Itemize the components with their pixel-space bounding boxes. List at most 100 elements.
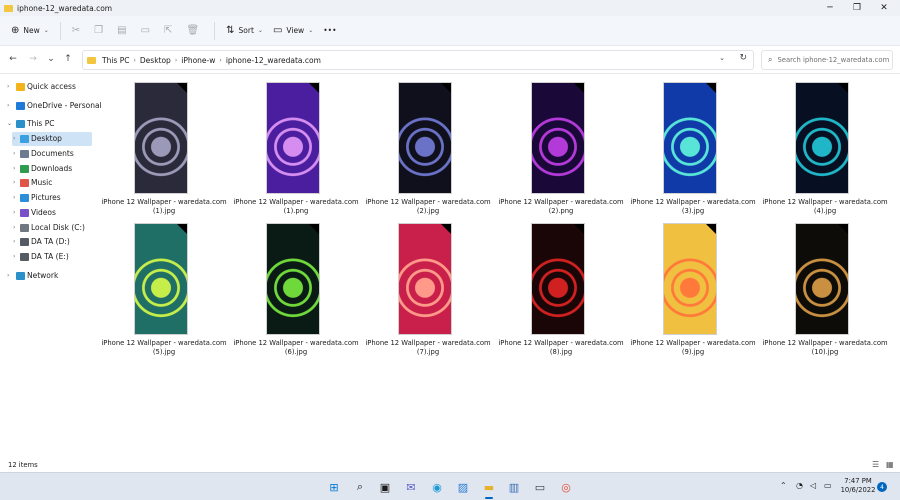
file-item[interactable]: iPhone 12 Wallpaper - waredata.com (1).pn… xyxy=(233,74,359,215)
thumbnail-view-icon[interactable]: ▦ xyxy=(886,460,894,469)
file-name-line-2: (9).jpg xyxy=(681,348,705,356)
sidebar-item-this-pc[interactable]: ⌄ This PC xyxy=(0,117,96,131)
windows-start-icon[interactable]: ⊞ xyxy=(325,478,343,496)
sidebar-item-pictures[interactable]: › Pictures xyxy=(0,191,96,205)
chevron-right-icon[interactable]: › xyxy=(13,224,15,231)
drive-icon xyxy=(20,253,29,261)
chevron-down-icon: ⌄ xyxy=(257,27,263,34)
view-label: View xyxy=(286,26,305,35)
chevron-right-icon[interactable]: › xyxy=(7,83,9,90)
file-name-line-1: iPhone 12 Wallpaper - waredata.com xyxy=(762,198,888,206)
more-icon: ••• xyxy=(323,26,337,35)
sidebar-item-downloads[interactable]: › Downloads xyxy=(0,162,96,176)
file-item[interactable]: iPhone 12 Wallpaper - waredata.com (5).jp… xyxy=(101,215,227,356)
image-thumbnail xyxy=(398,82,452,194)
file-item[interactable]: iPhone 12 Wallpaper - waredata.com (4).jp… xyxy=(762,74,888,215)
file-name: iPhone 12 Wallpaper - waredata.com (6).jp… xyxy=(230,339,362,357)
search-icon[interactable]: ⌕ xyxy=(351,478,369,496)
breadcrumb-current-folder[interactable]: iphone-12_waredata.com xyxy=(226,56,321,65)
sidebar-item-videos[interactable]: › Videos xyxy=(0,206,96,220)
recent-locations-button[interactable]: ⌄ xyxy=(44,52,58,66)
file-item[interactable]: iPhone 12 Wallpaper - waredata.com (10).j… xyxy=(762,215,888,356)
chevron-right-icon[interactable]: › xyxy=(7,272,9,279)
image-thumbnail xyxy=(134,82,188,194)
file-item[interactable]: iPhone 12 Wallpaper - waredata.com (2).pn… xyxy=(498,74,624,215)
address-row: ← → ⌄ ↑ This PC › Desktop › iPhone-w › i… xyxy=(0,46,900,74)
terminal-icon[interactable]: ▭ xyxy=(531,478,549,496)
chat-icon[interactable]: ✉ xyxy=(402,478,420,496)
file-name: iPhone 12 Wallpaper - waredata.com (1).pn… xyxy=(230,198,362,216)
chevron-right-icon[interactable]: › xyxy=(13,253,15,260)
volume-icon[interactable]: ◁ xyxy=(810,481,816,490)
back-button[interactable]: ← xyxy=(6,52,20,66)
chevron-right-icon[interactable]: › xyxy=(13,150,15,157)
file-item[interactable]: iPhone 12 Wallpaper - waredata.com (6).jp… xyxy=(233,215,359,356)
chevron-right-icon[interactable]: › xyxy=(13,165,15,172)
breadcrumb-this-pc[interactable]: This PC xyxy=(102,56,129,65)
file-name-line-1: iPhone 12 Wallpaper - waredata.com xyxy=(498,339,624,347)
sidebar-item-network[interactable]: › Network xyxy=(0,269,96,283)
chevron-down-icon: ⌄ xyxy=(43,27,49,34)
chevron-right-icon[interactable]: › xyxy=(13,135,15,142)
paste-button[interactable]: ▤ xyxy=(112,20,135,42)
sidebar-item-documents[interactable]: › Documents xyxy=(0,147,96,161)
file-item[interactable]: iPhone 12 Wallpaper - waredata.com (8).jp… xyxy=(498,215,624,356)
file-explorer-icon[interactable]: ▬ xyxy=(480,478,498,499)
file-item[interactable]: iPhone 12 Wallpaper - waredata.com (9).jp… xyxy=(630,215,756,356)
breadcrumb-desktop[interactable]: Desktop xyxy=(140,56,171,65)
up-button[interactable]: ↑ xyxy=(61,52,75,66)
rename-button[interactable]: ▭ xyxy=(136,20,159,42)
sidebar-item-onedrive-personal[interactable]: › OneDrive - Personal xyxy=(0,99,102,113)
notification-badge[interactable]: 4 xyxy=(877,482,887,492)
sidebar-item-quick-access[interactable]: › Quick access xyxy=(0,80,96,94)
chrome-icon[interactable]: ◎ xyxy=(557,478,575,496)
chevron-right-icon[interactable]: › xyxy=(13,238,15,245)
file-name-line-2: (5).jpg xyxy=(152,348,176,356)
notepad-icon[interactable]: ▥ xyxy=(505,478,523,496)
address-bar[interactable]: This PC › Desktop › iPhone-w › iphone-12… xyxy=(82,50,754,70)
details-view-icon[interactable]: ☰ xyxy=(872,460,879,469)
wifi-icon[interactable]: ◔ xyxy=(796,481,803,490)
breadcrumb-iphone-w[interactable]: iPhone-w xyxy=(181,56,215,65)
task-view-icon[interactable]: ▣ xyxy=(376,478,394,496)
sidebar-item-da-ta-d[interactable]: › DA TA (D:) xyxy=(0,235,96,249)
sidebar-item-music[interactable]: › Music xyxy=(0,176,96,190)
refresh-icon[interactable]: ↻ xyxy=(739,53,747,63)
chevron-up-icon[interactable]: ⌃ xyxy=(780,481,787,490)
new-button[interactable]: ⊕ New ⌄ xyxy=(6,20,54,42)
scissors-icon: ✂ xyxy=(71,25,81,36)
cut-button[interactable]: ✂ xyxy=(67,20,89,42)
search-input[interactable]: ⌕ Search iphone-12_waredata.com xyxy=(761,50,893,70)
sidebar-item-local-disk-c[interactable]: › Local Disk (C:) xyxy=(0,221,96,235)
edge-icon[interactable]: ◉ xyxy=(428,478,446,496)
sort-button[interactable]: ⇅ Sort ⌄ xyxy=(221,20,268,42)
forward-button[interactable]: → xyxy=(26,52,40,66)
taskbar: ⊞ ⌕ ▣ ✉ ◉ ▨ ▬ ▥ ▭ ◎ ⌃ ◔ ◁ ▭ 7:47 PM 10/6… xyxy=(0,472,900,500)
chevron-right-icon[interactable]: › xyxy=(13,179,15,186)
chevron-down-icon[interactable]: ⌄ xyxy=(719,54,725,62)
file-item[interactable]: iPhone 12 Wallpaper - waredata.com (3).jp… xyxy=(630,74,756,215)
chevron-right-icon[interactable]: › xyxy=(13,209,15,216)
sidebar-item-desktop[interactable]: › Desktop xyxy=(12,132,92,146)
file-item[interactable]: iPhone 12 Wallpaper - waredata.com (7).jp… xyxy=(365,215,491,356)
image-thumbnail xyxy=(266,223,320,335)
battery-icon[interactable]: ▭ xyxy=(824,481,832,490)
chevron-right-icon[interactable]: › xyxy=(13,194,15,201)
file-item[interactable]: iPhone 12 Wallpaper - waredata.com (2).jp… xyxy=(365,74,491,215)
view-button[interactable]: ▭ View ⌄ xyxy=(268,20,318,42)
clock[interactable]: 7:47 PM 10/6/2022 xyxy=(838,477,878,495)
file-item[interactable]: iPhone 12 Wallpaper - waredata.com (1).jp… xyxy=(101,74,227,215)
more-options-button[interactable]: ••• xyxy=(318,20,341,42)
minimize-button[interactable]: ─ xyxy=(816,0,844,16)
delete-button[interactable]: 🗑 xyxy=(181,20,208,42)
maximize-button[interactable]: ❐ xyxy=(843,0,871,16)
close-button[interactable]: ✕ xyxy=(870,0,898,16)
sidebar-item-da-ta-e[interactable]: › DA TA (E:) xyxy=(0,250,96,264)
chevron-right-icon[interactable]: › xyxy=(7,102,9,109)
copy-button[interactable]: ❐ xyxy=(89,20,112,42)
file-name-line-2: (8).jpg xyxy=(549,348,573,356)
share-button[interactable]: ⇱ xyxy=(159,20,181,42)
sort-icon: ⇅ xyxy=(226,25,235,36)
chevron-down-icon[interactable]: ⌄ xyxy=(7,120,12,127)
photos-icon[interactable]: ▨ xyxy=(454,478,472,496)
